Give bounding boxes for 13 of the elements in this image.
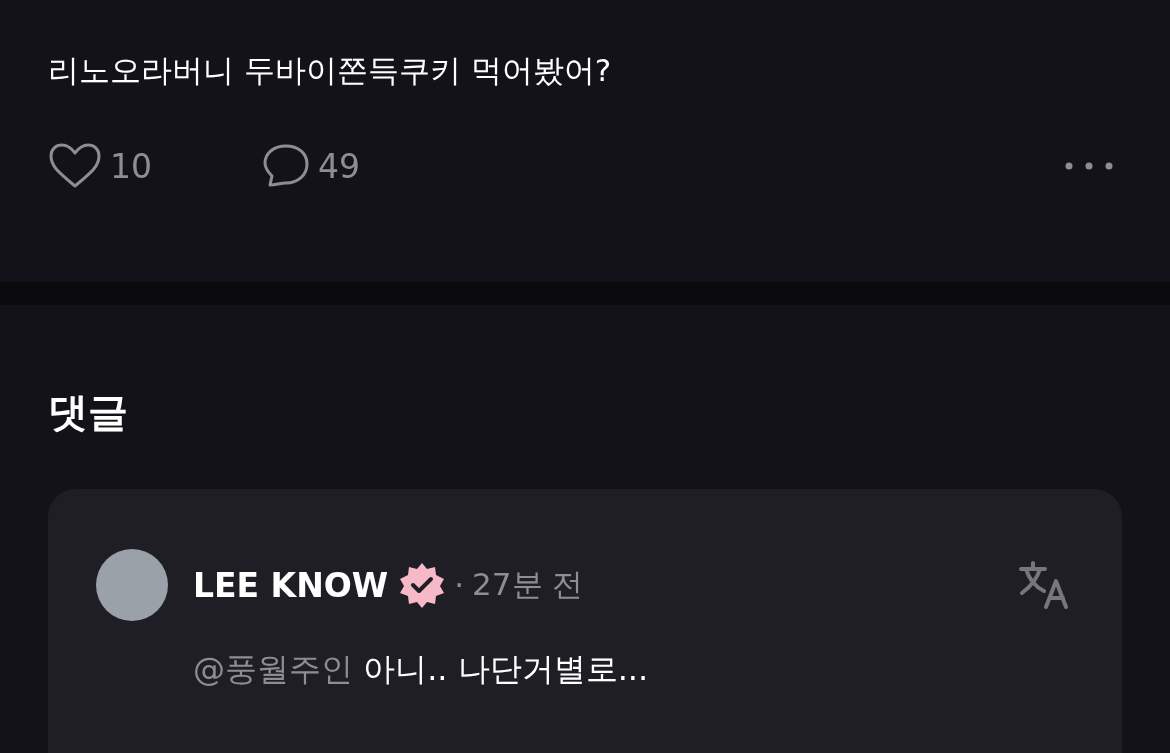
comment-text: @풍월주인 아니.. 나단거별로...	[193, 649, 650, 690]
comment-button[interactable]: 49	[262, 143, 360, 189]
post-text: 리노오라버니 두바이쫀득쿠키 먹어봤어?	[48, 51, 613, 90]
comment-time: 27분 전	[472, 565, 584, 604]
mention-link[interactable]: @풍월주인	[193, 650, 353, 688]
separator-dot: ·	[454, 567, 465, 603]
author-name[interactable]: LEE KNOW	[193, 565, 389, 605]
heart-icon	[48, 142, 102, 190]
like-button[interactable]: 10	[48, 142, 152, 190]
translate-icon[interactable]	[1018, 561, 1070, 609]
comments-heading: 댓글	[48, 388, 129, 437]
speech-bubble-icon	[262, 143, 310, 189]
more-options-icon[interactable]	[1064, 161, 1114, 171]
